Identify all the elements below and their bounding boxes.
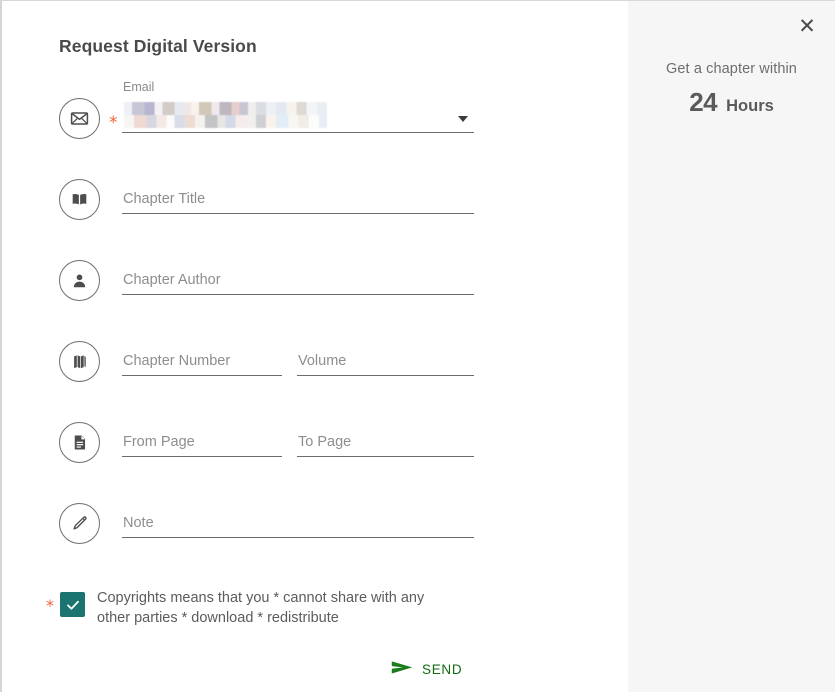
books-stack-icon[interactable] [59, 341, 100, 382]
chevron-down-icon[interactable] [458, 116, 468, 122]
document-icon[interactable] [59, 422, 100, 463]
consent-row: * Copyrights means that you * cannot sha… [2, 586, 562, 628]
consent-text: Copyrights means that you * cannot share… [97, 590, 425, 626]
to-page-placeholder: To Page [298, 434, 352, 450]
field-row-chapter-title: Chapter Title [2, 174, 628, 234]
field-row-chapter-number: Chapter Number Volume [2, 336, 628, 396]
chapter-title-placeholder: Chapter Title [123, 191, 206, 207]
close-icon[interactable]: ✕ [794, 13, 820, 39]
chapter-number-field[interactable]: Chapter Number [122, 341, 282, 376]
volume-field[interactable]: Volume [297, 341, 474, 376]
request-digital-version-dialog: Request Digital Version * Email Chapter … [0, 0, 835, 692]
form-panel: Request Digital Version * Email Chapter … [2, 1, 628, 692]
note-field[interactable]: Note [122, 503, 474, 538]
required-asterisk-email: * [109, 113, 118, 133]
to-page-field[interactable]: To Page [297, 422, 474, 457]
email-value-redacted [124, 102, 327, 128]
send-button[interactable]: SEND [385, 656, 468, 682]
envelope-icon[interactable] [59, 98, 100, 139]
chapter-number-placeholder: Chapter Number [123, 353, 231, 369]
promo-duration: 24 Hours [628, 87, 835, 118]
pencil-icon[interactable] [59, 503, 100, 544]
field-row-email: * Email [2, 80, 628, 153]
copyright-consent-checkbox[interactable] [60, 592, 85, 617]
volume-placeholder: Volume [298, 353, 347, 369]
field-row-chapter-author: Chapter Author [2, 255, 628, 315]
from-page-field[interactable]: From Page [122, 422, 282, 457]
email-field[interactable]: Email [122, 80, 474, 133]
promo-number: 24 [689, 87, 718, 117]
chapter-author-field[interactable]: Chapter Author [122, 260, 474, 295]
open-book-icon[interactable] [59, 179, 100, 220]
chapter-author-placeholder: Chapter Author [123, 272, 221, 288]
promo-headline: Get a chapter within [666, 61, 797, 77]
promo-block: Get a chapter within 24 Hours [628, 61, 835, 118]
person-icon[interactable] [59, 260, 100, 301]
note-placeholder: Note [123, 515, 154, 531]
send-arrow-icon [391, 660, 413, 678]
chapter-title-field[interactable]: Chapter Title [122, 179, 474, 214]
send-button-label: SEND [422, 661, 463, 677]
page-title: Request Digital Version [59, 36, 257, 56]
required-asterisk-consent: * [46, 596, 54, 615]
email-field-label: Email [123, 80, 155, 94]
from-page-placeholder: From Page [123, 434, 195, 450]
field-row-pages: From Page To Page [2, 417, 628, 477]
promo-unit: Hours [726, 97, 774, 115]
field-row-note: Note [2, 498, 628, 558]
side-panel: ✕ Get a chapter within 24 Hours [628, 1, 835, 692]
